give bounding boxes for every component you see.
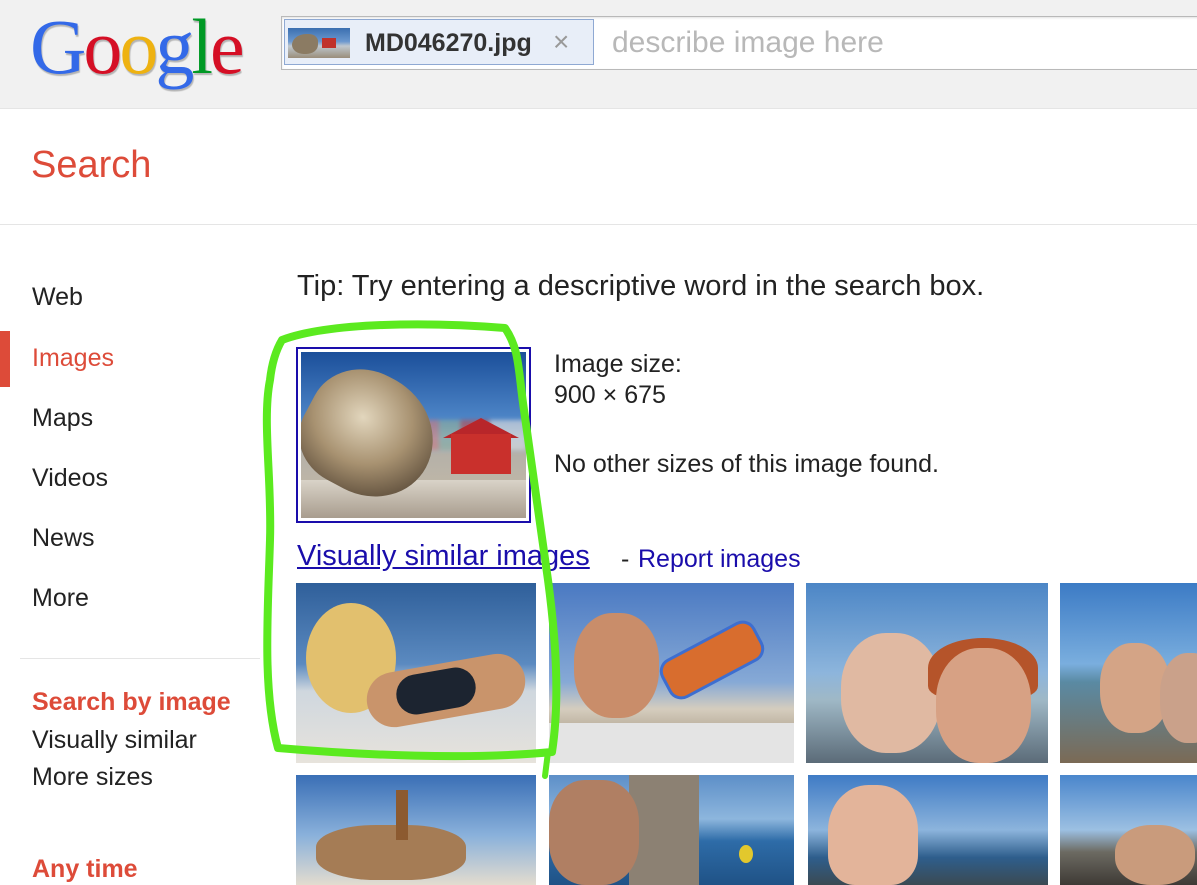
sidebar-item-maps[interactable]: Maps [32, 404, 93, 433]
sidebar-item-more[interactable]: More [32, 584, 89, 613]
page-title: Search [31, 144, 152, 186]
sidebar-divider [20, 658, 260, 659]
link-separator: - [621, 545, 630, 573]
more-sizes-filter[interactable]: More sizes [32, 763, 153, 792]
search-by-image-heading: Search by image [32, 688, 231, 716]
similar-image-result[interactable] [806, 583, 1048, 763]
similar-image-result[interactable] [549, 583, 794, 763]
google-logo[interactable]: Google [30, 2, 245, 92]
visually-similar-images-link[interactable]: Visually similar images [297, 540, 590, 573]
top-bar: Google MD046270.jpg × [0, 0, 1197, 109]
logo-letter-o2: o [119, 3, 158, 90]
query-image-preview[interactable] [296, 347, 531, 523]
logo-letter-g: G [30, 3, 86, 90]
sidebar-item-images[interactable]: Images [32, 344, 114, 373]
image-size-label: Image size: [554, 350, 682, 378]
search-input[interactable] [610, 23, 1197, 63]
search-box[interactable]: MD046270.jpg × [281, 16, 1197, 70]
similar-image-result[interactable] [296, 775, 536, 885]
similar-image-result[interactable] [1060, 583, 1197, 763]
no-other-sizes-message: No other sizes of this image found. [554, 450, 939, 478]
search-tip: Tip: Try entering a descriptive word in … [297, 270, 985, 302]
query-image-chip[interactable]: MD046270.jpg × [284, 19, 594, 65]
header-divider [0, 224, 1197, 225]
active-nav-indicator [0, 331, 10, 387]
visually-similar-filter[interactable]: Visually similar [32, 726, 197, 755]
sidebar-item-videos[interactable]: Videos [32, 464, 108, 493]
sidebar-item-news[interactable]: News [32, 524, 95, 553]
similar-image-result[interactable] [296, 583, 536, 763]
image-size-value: 900 × 675 [554, 381, 666, 409]
logo-letter-g2: g [155, 3, 194, 90]
sidebar-item-web[interactable]: Web [32, 283, 83, 312]
logo-letter-l: l [191, 3, 213, 90]
any-time-heading[interactable]: Any time [32, 855, 138, 884]
similar-image-result[interactable] [808, 775, 1048, 885]
remove-image-icon[interactable]: × [553, 26, 569, 58]
query-image-thumbnail [288, 28, 350, 58]
query-image-filename: MD046270.jpg [365, 29, 532, 57]
report-images-link[interactable]: Report images [638, 545, 801, 574]
similar-image-result[interactable] [549, 775, 794, 885]
logo-letter-o1: o [83, 3, 122, 90]
logo-letter-e: e [210, 3, 245, 90]
similar-image-result[interactable] [1060, 775, 1197, 885]
